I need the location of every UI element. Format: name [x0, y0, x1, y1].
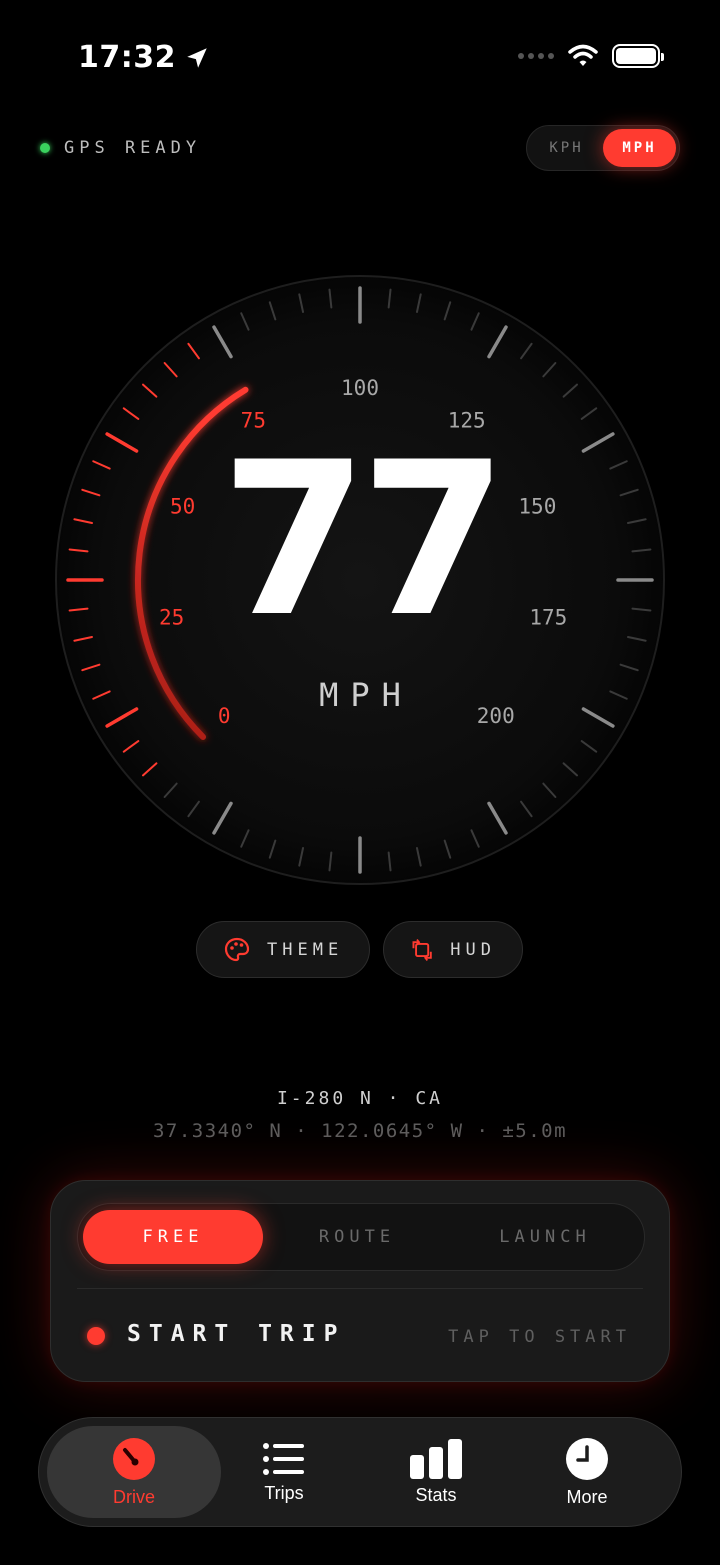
mode-route[interactable]: ROUTE	[263, 1210, 451, 1264]
start-trip-button[interactable]: START TRIP TAP TO START	[51, 1291, 669, 1381]
tab-trips-label: Trips	[264, 1482, 304, 1503]
gauge-label-100: 100	[341, 376, 379, 400]
palette-icon	[224, 937, 250, 961]
speedometer-icon	[113, 1437, 155, 1480]
mode-launch[interactable]: LAUNCH	[451, 1210, 639, 1264]
start-trip-label: START TRIP	[127, 1321, 346, 1347]
theme-button[interactable]: THEME	[196, 921, 371, 978]
card-divider	[77, 1288, 643, 1289]
tab-drive-label: Drive	[112, 1486, 155, 1507]
speed-readout: 77	[220, 416, 507, 663]
theme-button-label: THEME	[267, 939, 344, 960]
hud-button[interactable]: HUD	[383, 921, 523, 978]
tab-trips[interactable]: Trips	[209, 1426, 359, 1518]
road-name: I-280 N · CA	[276, 1088, 444, 1109]
hud-button-label: HUD	[450, 939, 496, 960]
tab-drive[interactable]: Drive	[47, 1426, 221, 1518]
tab-more-label: More	[566, 1486, 608, 1507]
tab-more[interactable]: More	[512, 1426, 662, 1518]
trip-mode-selector[interactable]: FREE ROUTE LAUNCH	[77, 1203, 645, 1271]
trip-card: FREE ROUTE LAUNCH START TRIP TAP TO STAR…	[50, 1180, 670, 1382]
speed-unit-label: MPH	[319, 676, 413, 714]
tap-to-start-hint: TAP TO START	[448, 1327, 631, 1347]
record-dot-icon	[87, 1327, 105, 1345]
bar-chart-icon	[410, 1438, 462, 1479]
tab-stats-label: Stats	[415, 1484, 457, 1505]
tab-stats[interactable]: Stats	[361, 1426, 511, 1518]
list-icon	[263, 1442, 304, 1475]
clock-icon	[566, 1437, 608, 1480]
gps-coordinates: 37.3340° N · 122.0645° W · ±5.0m	[152, 1120, 568, 1142]
hud-mirror-icon	[412, 938, 432, 961]
mode-free[interactable]: FREE	[83, 1210, 263, 1264]
tab-bar: Drive Trips Stats More	[38, 1417, 682, 1527]
